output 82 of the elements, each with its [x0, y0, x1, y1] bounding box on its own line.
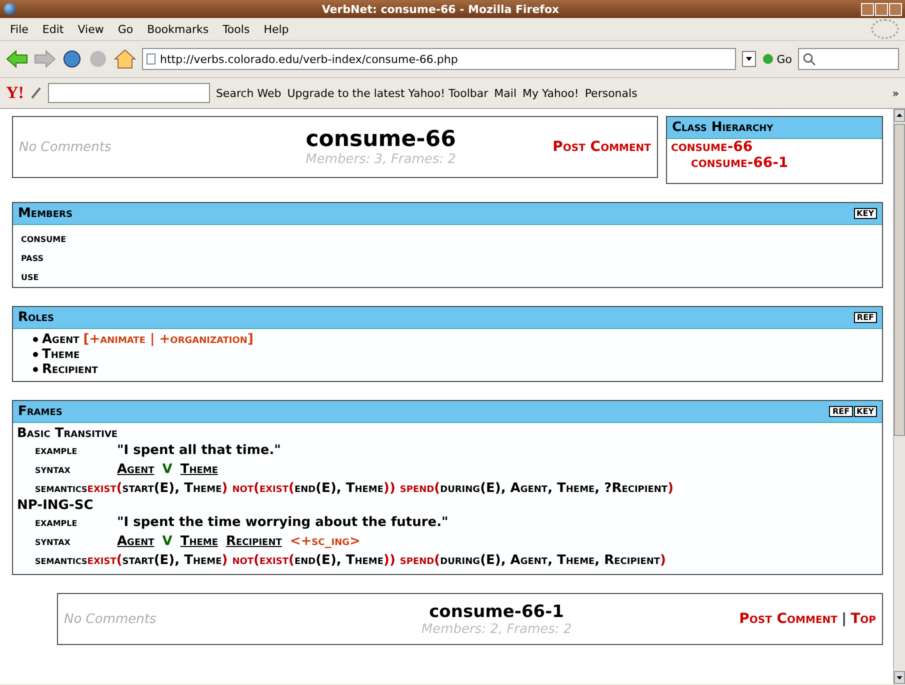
key-link[interactable]: KEY: [854, 208, 877, 219]
panel-title: Roles: [18, 310, 56, 325]
bullet-icon: [33, 337, 38, 342]
panel-title: Frames: [18, 404, 64, 419]
key-link[interactable]: KEY: [854, 406, 877, 417]
more-link[interactable]: »: [892, 86, 899, 100]
syntax-verb: V: [162, 461, 172, 479]
syntax-verb: V: [162, 533, 172, 551]
address-field[interactable]: http://verbs.colorado.edu/verb-index/consume-66.php: [142, 48, 736, 70]
syntax-role-link[interactable]: Theme: [180, 532, 218, 551]
go-icon: [762, 53, 774, 65]
comments-text: No Comments: [64, 612, 158, 626]
close-icon[interactable]: [889, 2, 902, 16]
counts-text: Members: 2, Frames: 2: [421, 622, 572, 636]
menu-item[interactable]: File: [4, 20, 34, 38]
class-title: consume-66: [306, 127, 456, 152]
search-field[interactable]: [798, 48, 899, 70]
header-link[interactable]: Post Comment: [739, 611, 838, 627]
globe-icon: [4, 3, 16, 15]
syntax-role-link[interactable]: Agent: [117, 532, 154, 551]
toolbar-item[interactable]: Upgrade to the latest Yahoo! Toolbar: [287, 86, 488, 100]
dropdown-icon[interactable]: [742, 51, 756, 67]
scroll-down-icon[interactable]: [894, 671, 905, 684]
example-text: "I spent all that time.": [117, 442, 281, 460]
syntax-role-link[interactable]: Agent: [117, 460, 154, 479]
counts-text: Members: 3, Frames: 2: [306, 152, 456, 167]
example-text: "I spent the time worrying about the future.": [117, 514, 448, 532]
role-name: Theme: [42, 347, 80, 362]
semantics-label: semantics: [35, 552, 88, 569]
hierarchy-link[interactable]: consume-66-1: [687, 155, 788, 171]
example-label: example: [35, 514, 78, 531]
page-icon: [146, 53, 156, 65]
menu-item[interactable]: View: [72, 20, 110, 38]
search-icon: [802, 52, 816, 66]
syntax-restriction: <+sc_ing>: [290, 533, 360, 551]
pencil-icon[interactable]: [30, 86, 42, 100]
class-title: consume-66-1: [429, 602, 564, 622]
frame-name: Basic Transitive: [17, 426, 119, 441]
panel-title: Class Hierarchy: [672, 120, 774, 135]
panel-title: Members: [18, 206, 74, 221]
member-link[interactable]: use: [21, 269, 874, 283]
toolbar-item[interactable]: Mail: [494, 86, 517, 100]
toolbar-item[interactable]: Personals: [584, 86, 638, 100]
toolbar-search-field[interactable]: [48, 83, 210, 103]
minimize-icon[interactable]: [861, 2, 874, 16]
menu-item[interactable]: Edit: [36, 20, 70, 38]
member-link[interactable]: consume: [21, 231, 874, 245]
header-link[interactable]: Post Comment: [552, 139, 651, 155]
separator-text: |: [841, 611, 847, 627]
back-icon[interactable]: [6, 50, 28, 68]
syntax-label: syntax: [35, 533, 72, 550]
bullet-icon: [33, 352, 38, 357]
menu-item[interactable]: Help: [258, 20, 295, 38]
frame-name: NP-ING-SC: [17, 498, 94, 513]
menu-item[interactable]: Go: [112, 20, 140, 38]
yahoo-logo[interactable]: Y!: [6, 83, 24, 103]
bullet-icon: [33, 367, 38, 372]
menu-item[interactable]: Bookmarks: [141, 20, 215, 38]
window-title: VerbNet: consume-66 - Mozilla Firefox: [320, 2, 560, 16]
key-link[interactable]: REF: [829, 406, 853, 417]
maximize-icon[interactable]: [875, 2, 888, 16]
home-icon[interactable]: [114, 49, 136, 69]
menu-item[interactable]: Tools: [216, 20, 256, 38]
go-button[interactable]: Go: [762, 52, 792, 66]
toolbar-item[interactable]: My Yahoo!: [522, 86, 579, 100]
semantics-text: exist(start(E), Theme) not(exist(end(E), Theme)) spend(during(E), Agent, Theme, ?Recipient): [87, 480, 674, 498]
semantics-label: semantics: [35, 480, 88, 497]
syntax-label: syntax: [35, 461, 72, 478]
example-label: example: [35, 442, 78, 459]
scroll-up-icon[interactable]: [894, 109, 905, 122]
member-link[interactable]: pass: [21, 250, 874, 264]
hierarchy-link[interactable]: consume-66: [667, 139, 753, 155]
header-link[interactable]: Top: [850, 611, 876, 627]
syntax-role-link[interactable]: Theme: [180, 460, 218, 479]
syntax-role-link[interactable]: Recipient: [226, 532, 282, 551]
toolbar-item[interactable]: Search Web: [216, 86, 282, 100]
role-restrictions: [+animate | +organization]: [83, 332, 254, 347]
role-name: Agent: [42, 332, 80, 347]
key-link[interactable]: REF: [854, 312, 877, 323]
comments-text: No Comments: [19, 140, 112, 154]
role-name: Recipient: [42, 362, 98, 377]
semantics-text: exist(start(E), Theme) not(exist(end(E), Theme)) spend(during(E), Agent, Theme, Recipient): [87, 552, 666, 570]
